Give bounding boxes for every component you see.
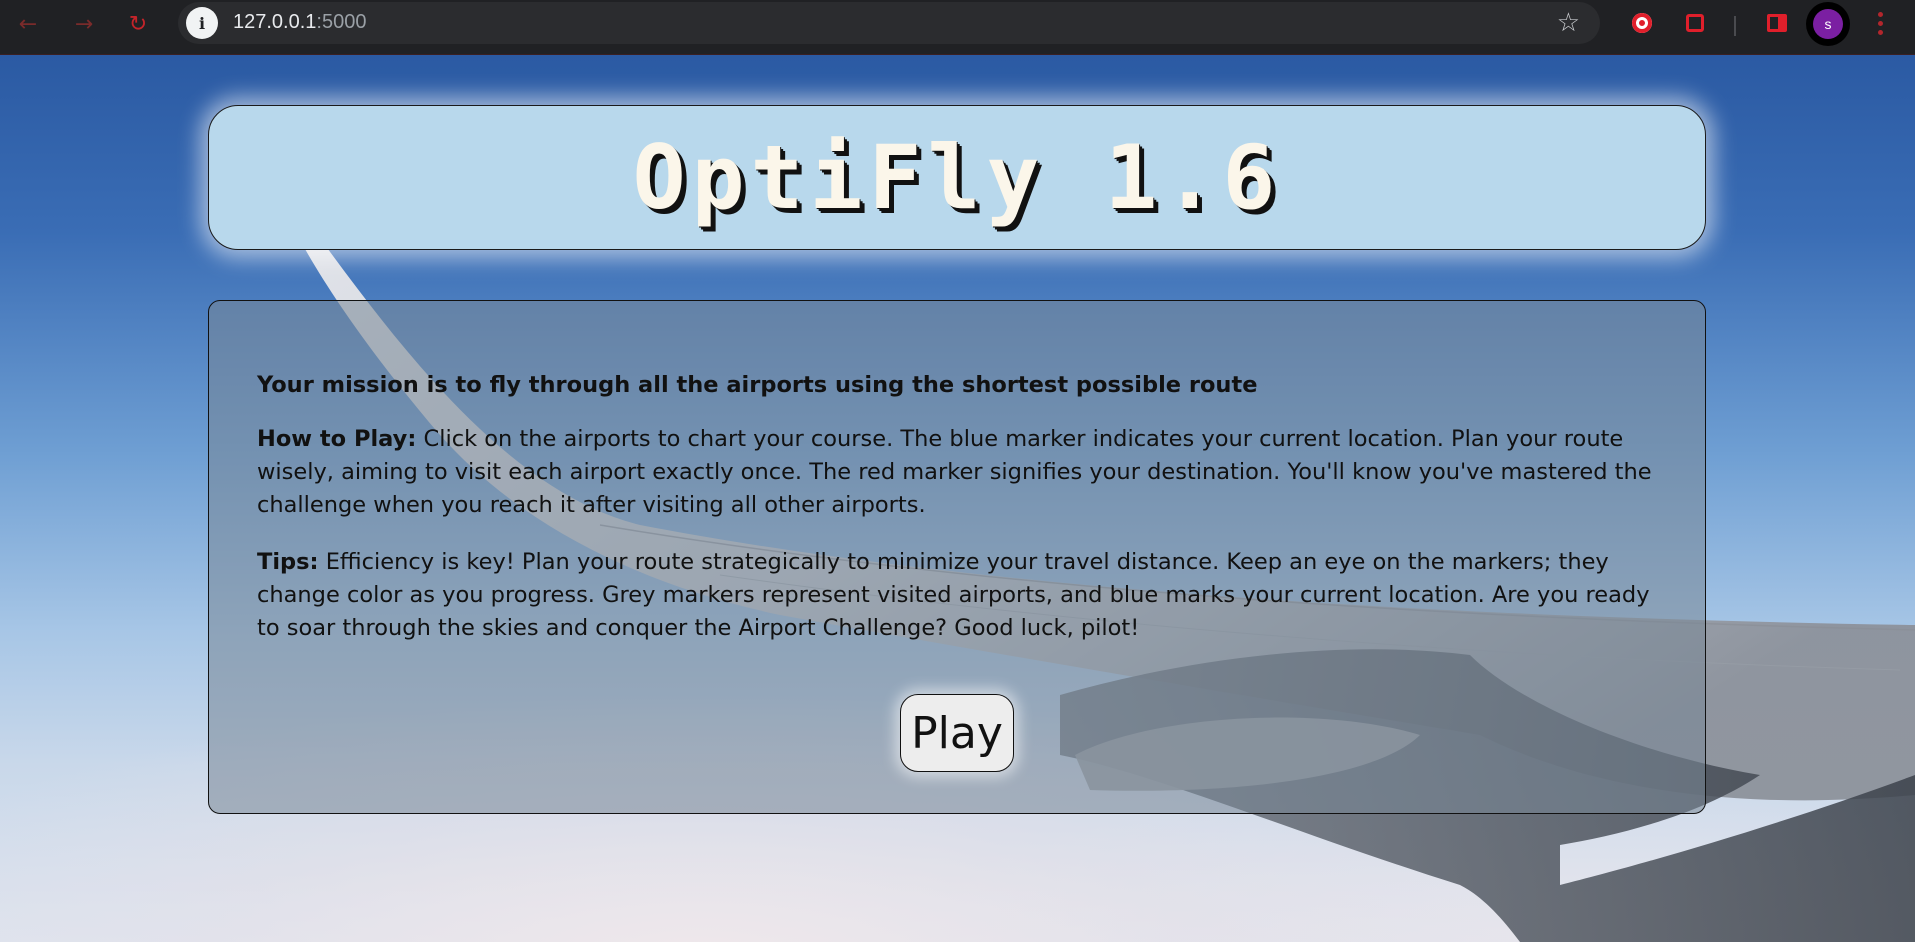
forward-arrow-icon[interactable]: → bbox=[68, 8, 100, 40]
tips-label: Tips: bbox=[257, 549, 319, 575]
tips-text: Efficiency is key! Plan your route strat… bbox=[257, 549, 1650, 641]
url-host: 127.0.0.1 bbox=[233, 11, 317, 33]
mission-text: Your mission is to fly through all the a… bbox=[257, 372, 1258, 398]
browser-toolbar: ← → ↻ i 127.0.0.1:5000 ☆ s bbox=[0, 0, 1915, 55]
star-icon[interactable]: ☆ bbox=[1557, 8, 1580, 38]
extension-red-icon[interactable] bbox=[1627, 8, 1657, 38]
reload-icon[interactable]: ↻ bbox=[122, 8, 154, 40]
page-viewport: OptiFly 1.6 Your mission is to fly throu… bbox=[0, 55, 1915, 942]
address-bar[interactable]: i 127.0.0.1:5000 ☆ bbox=[178, 2, 1600, 44]
side-panel-icon[interactable] bbox=[1762, 8, 1792, 38]
profile-button[interactable]: s bbox=[1806, 2, 1850, 46]
how-to-play-paragraph: How to Play: Click on the airports to ch… bbox=[257, 423, 1657, 522]
play-button[interactable]: Play bbox=[900, 694, 1014, 772]
play-button-container: Play bbox=[209, 694, 1705, 772]
title-banner: OptiFly 1.6 bbox=[208, 105, 1706, 250]
how-to-play-label: How to Play: bbox=[257, 426, 417, 452]
url-port: :5000 bbox=[316, 11, 367, 33]
toolbar-divider bbox=[1734, 16, 1736, 36]
info-icon[interactable]: i bbox=[186, 7, 218, 39]
tips-paragraph: Tips: Efficiency is key! Plan your route… bbox=[257, 546, 1657, 645]
back-arrow-icon[interactable]: ← bbox=[12, 8, 44, 40]
url-text[interactable]: 127.0.0.1:5000 bbox=[233, 11, 366, 34]
avatar: s bbox=[1813, 9, 1843, 39]
instructions-panel: Your mission is to fly through all the a… bbox=[208, 300, 1706, 814]
kebab-menu-icon[interactable] bbox=[1870, 6, 1890, 40]
puzzle-icon[interactable] bbox=[1680, 8, 1710, 38]
page-title: OptiFly 1.6 bbox=[632, 126, 1282, 229]
how-to-play-text: Click on the airports to chart your cour… bbox=[257, 426, 1652, 518]
